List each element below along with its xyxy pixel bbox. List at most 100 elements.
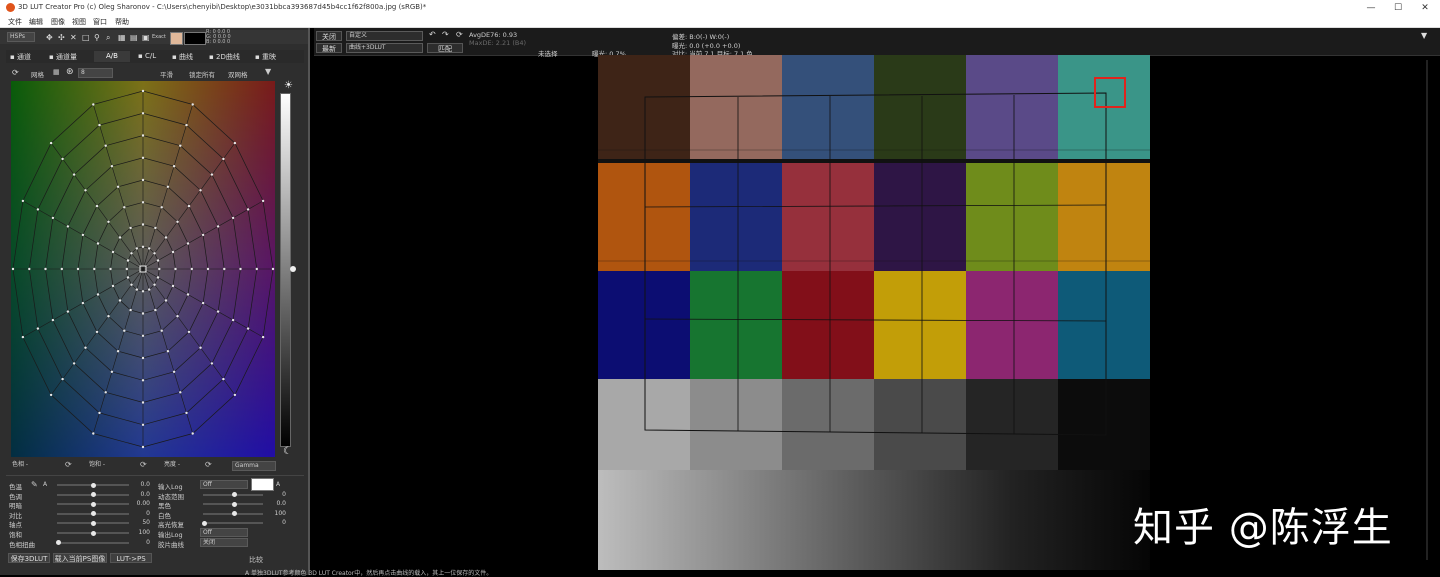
wheel-node[interactable]: [44, 267, 47, 271]
adjust-slider[interactable]: [57, 541, 129, 544]
preset-dropdown[interactable]: 自定义: [346, 31, 423, 41]
wheel-node[interactable]: [141, 201, 145, 204]
wheel-node[interactable]: [271, 267, 275, 271]
tab-channel[interactable]: ▪ 通道: [10, 52, 31, 62]
menu-file[interactable]: 文件: [8, 17, 22, 27]
wheel-node[interactable]: [141, 223, 145, 226]
wheel-node[interactable]: [172, 165, 176, 168]
lut-to-ps-button[interactable]: LUT->PS: [110, 553, 152, 563]
wheel-node[interactable]: [98, 411, 101, 415]
load-ps-image-button[interactable]: 载入当前PS图像: [53, 553, 107, 563]
auto-a-button-right[interactable]: A: [276, 481, 280, 488]
wheel-node[interactable]: [231, 318, 235, 322]
wheel-node[interactable]: [179, 391, 182, 394]
wheel-node[interactable]: [185, 411, 188, 415]
wheel-node[interactable]: [158, 267, 161, 271]
wheel-node[interactable]: [222, 377, 225, 381]
wheel-node[interactable]: [107, 315, 110, 318]
wheel-node[interactable]: [141, 356, 145, 360]
wheel-grid-overlay[interactable]: [11, 81, 275, 457]
wheel-node[interactable]: [231, 216, 235, 220]
wheel-node[interactable]: [111, 284, 115, 288]
wheel-node[interactable]: [84, 189, 87, 192]
menu-image[interactable]: 图像: [51, 17, 65, 27]
wheel-node[interactable]: [176, 315, 179, 318]
double-grid-button[interactable]: 双网格: [228, 69, 248, 79]
wheel-node[interactable]: [135, 247, 138, 250]
wheel-node[interactable]: [199, 189, 202, 192]
wheel-node[interactable]: [95, 204, 99, 208]
wheel-node[interactable]: [201, 301, 205, 305]
wheel-node[interactable]: [21, 199, 25, 203]
pipette-icon[interactable]: ⚲: [94, 33, 100, 42]
wheel-node[interactable]: [66, 225, 70, 228]
wheel-node[interactable]: [246, 208, 250, 211]
menu-edit[interactable]: 编辑: [29, 17, 43, 27]
grid-count-dropdown[interactable]: 8: [78, 68, 113, 78]
wheel-node[interactable]: [153, 252, 156, 255]
adjust-slider-handle[interactable]: [201, 520, 207, 526]
grid-icon[interactable]: ▦: [118, 33, 126, 42]
source-color-swatch[interactable]: [170, 32, 183, 45]
wheel-node[interactable]: [216, 225, 220, 228]
wheel-node[interactable]: [96, 293, 100, 296]
auto-a-button[interactable]: A: [43, 481, 47, 488]
wheel-node[interactable]: [141, 112, 145, 115]
wheel-node[interactable]: [21, 335, 25, 339]
wheel-node[interactable]: [141, 156, 145, 159]
zoom-icon[interactable]: ⌕: [106, 33, 110, 43]
hue-dropdown[interactable]: 色相 -: [10, 461, 55, 471]
wheel-node[interactable]: [130, 283, 133, 286]
menu-help[interactable]: 帮助: [115, 17, 129, 27]
wheel-node[interactable]: [156, 259, 160, 262]
wheel-node[interactable]: [28, 267, 31, 271]
wheel-node[interactable]: [187, 204, 191, 208]
panel-menu-icon[interactable]: ▼: [265, 67, 271, 76]
wheel-node[interactable]: [60, 267, 63, 271]
wheel-node[interactable]: [246, 327, 250, 330]
wheel-node[interactable]: [223, 267, 226, 271]
wheel-node[interactable]: [154, 226, 157, 230]
adjust-dropdown[interactable]: Off: [200, 480, 248, 489]
wheel-node[interactable]: [129, 308, 132, 312]
wheel-node[interactable]: [141, 445, 145, 449]
adjust-dropdown[interactable]: 关闭: [200, 537, 248, 547]
close-button[interactable]: ✕: [1412, 2, 1438, 14]
wheel-node[interactable]: [210, 362, 214, 365]
wheel-node[interactable]: [98, 123, 101, 127]
wheel-node[interactable]: [206, 267, 210, 271]
wheel-node[interactable]: [116, 185, 120, 188]
curve-mode-dropdown[interactable]: 曲线+3DLUT: [346, 43, 423, 53]
adjust-slider-handle[interactable]: [91, 530, 96, 536]
undo-icon[interactable]: ↶: [429, 30, 436, 39]
tab-remap[interactable]: ▪ 重映: [255, 52, 276, 62]
adjust-dropdown[interactable]: Off: [200, 528, 248, 537]
wheel-node[interactable]: [166, 185, 170, 188]
wheel-node[interactable]: [36, 327, 40, 330]
latest-button[interactable]: 最新: [316, 43, 342, 53]
wheel-node[interactable]: [190, 267, 193, 271]
expand-icon[interactable]: ✣: [58, 33, 65, 42]
sample-icon[interactable]: ▣: [142, 33, 150, 42]
wheel-node[interactable]: [111, 250, 115, 254]
table-icon[interactable]: ▤: [130, 33, 138, 42]
wheel-node[interactable]: [135, 288, 138, 291]
wheel-node[interactable]: [93, 267, 96, 271]
crossing-icon[interactable]: ✕: [70, 33, 77, 42]
wheel-node[interactable]: [164, 236, 168, 239]
tab-channel-amount[interactable]: ▪ 通道量: [49, 52, 77, 62]
wheel-node[interactable]: [171, 250, 175, 254]
wheel-node[interactable]: [141, 379, 145, 382]
menu-window[interactable]: 窗口: [93, 17, 107, 27]
wheel-node[interactable]: [191, 103, 194, 106]
wheel-node[interactable]: [141, 178, 145, 182]
tab-2d-curves[interactable]: ▪ 2D曲线: [209, 52, 240, 62]
wheel-node[interactable]: [201, 233, 205, 237]
adjust-slider-handle[interactable]: [231, 511, 237, 517]
wheel-node[interactable]: [148, 247, 151, 250]
luminance-slider-handle[interactable]: [290, 266, 296, 272]
wheel-node[interactable]: [104, 391, 107, 394]
smooth-button[interactable]: 平滑: [160, 69, 173, 79]
wheel-node[interactable]: [172, 370, 176, 373]
wheel-node[interactable]: [141, 423, 145, 426]
